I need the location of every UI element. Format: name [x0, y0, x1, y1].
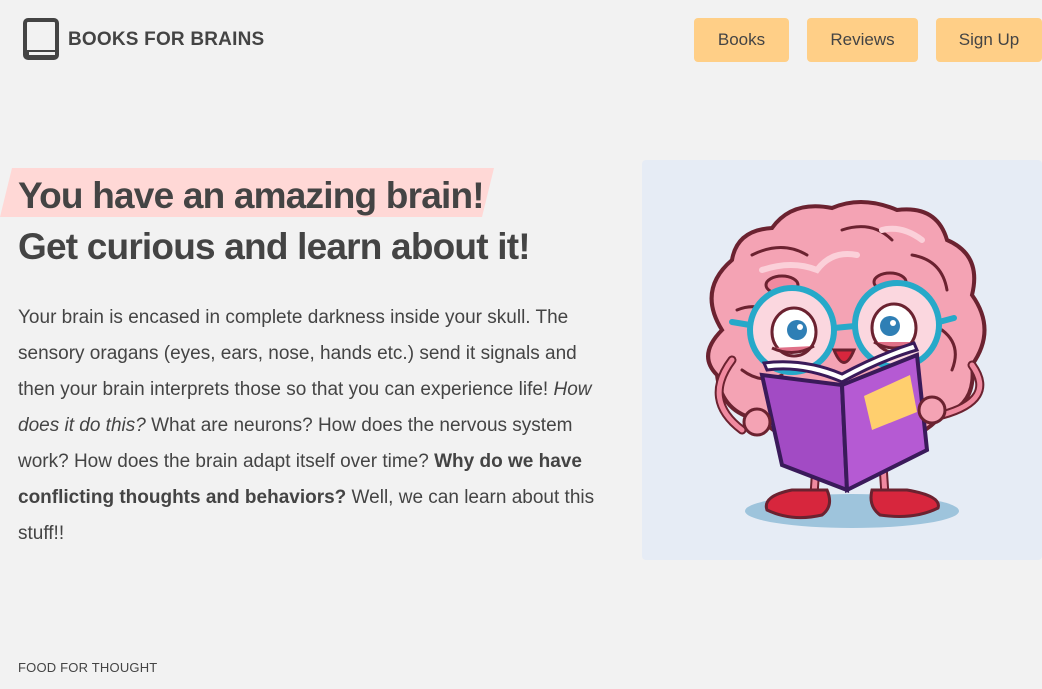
headline-line-1: You have an amazing brain!	[18, 175, 485, 216]
hero-headline: You have an amazing brain! Get curious a…	[18, 170, 531, 272]
book-icon	[23, 18, 59, 60]
brand-logo[interactable]: BOOKS FOR BRAINS	[22, 18, 264, 62]
headline-line-2: Get curious and learn about it!	[18, 226, 531, 267]
hero-body-text: Your brain is encased in complete darkne…	[18, 300, 598, 552]
brain-reading-book-image	[706, 199, 987, 528]
nav-books-button[interactable]: Books	[694, 18, 789, 62]
brand-name: BOOKS FOR BRAINS	[68, 29, 265, 50]
footer-text: FOOD FOR THOUGHT	[18, 660, 158, 675]
main-nav: Books Reviews Sign Up	[694, 18, 1042, 62]
brain-illustration	[642, 160, 1042, 560]
body-part-1: Your brain is encased in complete darkne…	[18, 307, 577, 400]
nav-signup-button[interactable]: Sign Up	[936, 18, 1042, 62]
nav-reviews-button[interactable]: Reviews	[807, 18, 918, 62]
